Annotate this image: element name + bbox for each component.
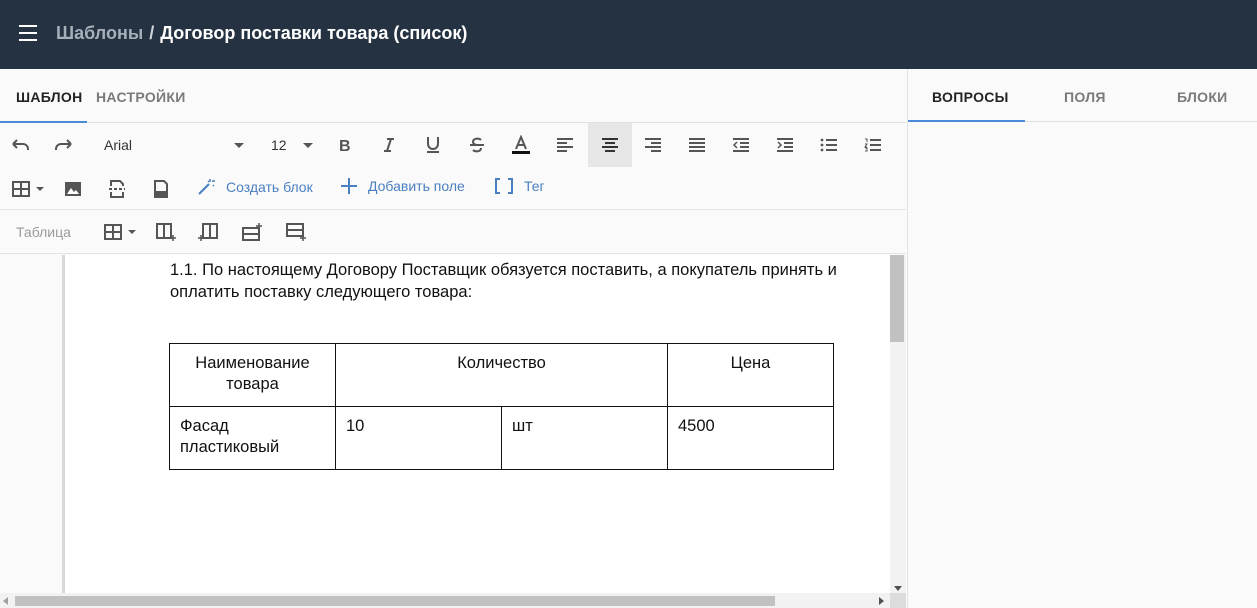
scroll-down-icon[interactable] [894,586,902,591]
chevron-down-icon [303,143,313,148]
align-center-icon[interactable] [588,123,632,167]
table-header-cell[interactable]: Цена [667,343,834,407]
menu-icon[interactable] [18,25,40,43]
horizontal-scroll-thumb[interactable] [15,596,775,606]
tab-blocks[interactable]: БЛОКИ [1177,89,1228,105]
font-family-select[interactable]: Arial [104,137,244,153]
footer-icon[interactable] [144,167,178,210]
redo-icon[interactable] [48,123,80,167]
goods-table[interactable]: Наименование товара Количество Цена Фаса… [169,343,834,470]
chevron-down-icon [234,143,244,148]
align-right-icon[interactable] [634,123,672,167]
vertical-scrollbar[interactable] [890,255,906,595]
add-field-button[interactable]: Добавить поле [340,177,465,195]
insert-toolbar: Создать блок Добавить поле Тег [0,167,906,210]
vertical-scroll-thumb[interactable] [890,255,904,342]
tab-settings[interactable]: НАСТРОЙКИ [96,89,186,105]
side-tabs: ВОПРОСЫ ПОЛЯ БЛОКИ [908,69,1257,122]
scroll-right-icon[interactable] [879,597,884,605]
outdent-icon[interactable] [722,123,760,167]
magic-wand-icon [198,179,215,195]
strikethrough-icon[interactable] [458,123,496,167]
horizontal-scrollbar[interactable] [0,593,890,608]
tab-fields[interactable]: ПОЛЯ [1064,89,1106,105]
insert-table-icon[interactable] [8,167,48,210]
breadcrumb-separator: / [149,23,155,43]
bold-icon[interactable]: B [326,123,364,167]
clipped-text-line [170,255,490,256]
insert-row-below-icon[interactable] [280,210,312,254]
text-color-icon[interactable] [502,123,540,167]
table-grid-icon[interactable] [100,210,142,254]
table-header-cell[interactable]: Наименование товара [169,343,336,407]
table-cell[interactable]: Фасад пластиковый [169,406,336,470]
scrollbar-corner [890,593,906,608]
table-row: Фасад пластиковый 10 шт 4500 [169,406,834,470]
svg-text:B: B [339,138,351,153]
editor-tabs: ШАБЛОН НАСТРОЙКИ [0,69,906,123]
table-header-cell[interactable]: Количество [335,343,668,407]
tag-button[interactable]: Тег [494,177,545,195]
page-title: Договор поставки товара (список) [160,23,468,43]
table-row: Наименование товара Количество Цена [169,343,834,407]
align-left-icon[interactable] [546,123,584,167]
table-toolbar: Таблица [0,210,906,254]
editor-panel: ШАБЛОН НАСТРОЙКИ Arial 12 B Создать блок… [0,69,906,608]
undo-icon[interactable] [4,123,36,167]
page-break-icon[interactable] [100,167,134,210]
table-cell[interactable]: 4500 [667,406,834,470]
underline-icon[interactable] [414,123,452,167]
plus-icon [341,178,357,194]
numbered-list-icon[interactable] [854,123,892,167]
image-icon[interactable] [56,167,90,210]
insert-column-right-icon[interactable] [192,210,224,254]
scroll-left-icon[interactable] [3,597,8,605]
table-cell[interactable]: шт [501,406,668,470]
document-paragraph[interactable]: 1.1. По настоящему Договору Поставщик об… [170,259,850,303]
insert-column-left-icon[interactable] [150,210,182,254]
app-header: Шаблоны / Договор поставки товара (список) [0,0,1257,69]
indent-icon[interactable] [766,123,804,167]
side-panel: ВОПРОСЫ ПОЛЯ БЛОКИ [907,69,1257,608]
table-cell[interactable]: 10 [335,406,502,470]
breadcrumb-parent[interactable]: Шаблоны [56,23,143,43]
tab-template[interactable]: ШАБЛОН [16,89,83,105]
bullet-list-icon[interactable] [810,123,848,167]
create-block-button[interactable]: Создать блок [196,177,313,197]
table-section-label: Таблица [16,224,71,240]
document-area: 1.1. По настоящему Договору Поставщик об… [0,255,906,608]
font-size-select[interactable]: 12 [271,137,313,153]
breadcrumb: Шаблоны / Договор поставки товара (список) [56,23,467,44]
align-justify-icon[interactable] [678,123,716,167]
brackets-icon [495,178,513,194]
insert-row-above-icon[interactable] [236,210,268,254]
active-tab-indicator [908,120,1025,122]
italic-icon[interactable] [370,123,408,167]
format-toolbar: Arial 12 B [0,123,906,167]
tab-questions[interactable]: ВОПРОСЫ [932,89,1009,105]
